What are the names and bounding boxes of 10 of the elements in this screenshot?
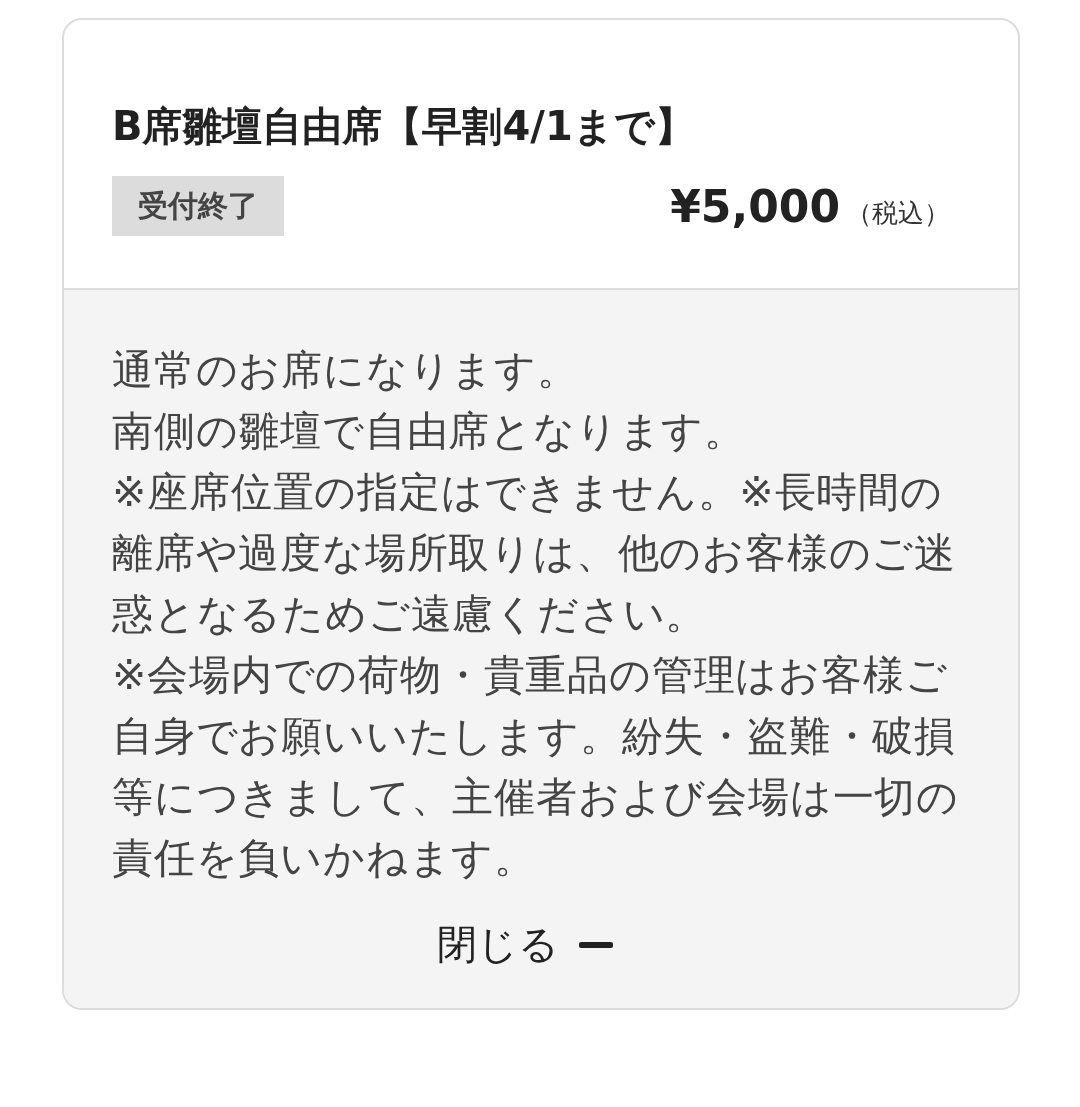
description-text: 南側の雛壇で自由席となります。 <box>112 406 747 457</box>
tax-note: （税込） <box>846 196 950 230</box>
minus-icon <box>579 941 613 948</box>
price: ¥5,000 <box>670 180 840 232</box>
close-toggle[interactable]: 閉じる <box>437 917 613 972</box>
status-badge: 受付終了 <box>112 176 284 236</box>
ticket-title: B席雛壇自由席【早割4/1まで】 <box>112 102 696 151</box>
description-text: ※会場内での荷物・貴重品の管理はお客様ご自身でお願いいたします。紛失・盗難・破損等につきまして、主催者および会場は一切の責任を負いかねます。 <box>112 650 960 884</box>
description-text: 通常のお席になります。 <box>112 345 580 396</box>
description-text: ※座席位置の指定はできません。※長時間の離席や過度な場所取りは、他のお客様のご迷惑となるためご遠慮ください。 <box>112 467 957 640</box>
